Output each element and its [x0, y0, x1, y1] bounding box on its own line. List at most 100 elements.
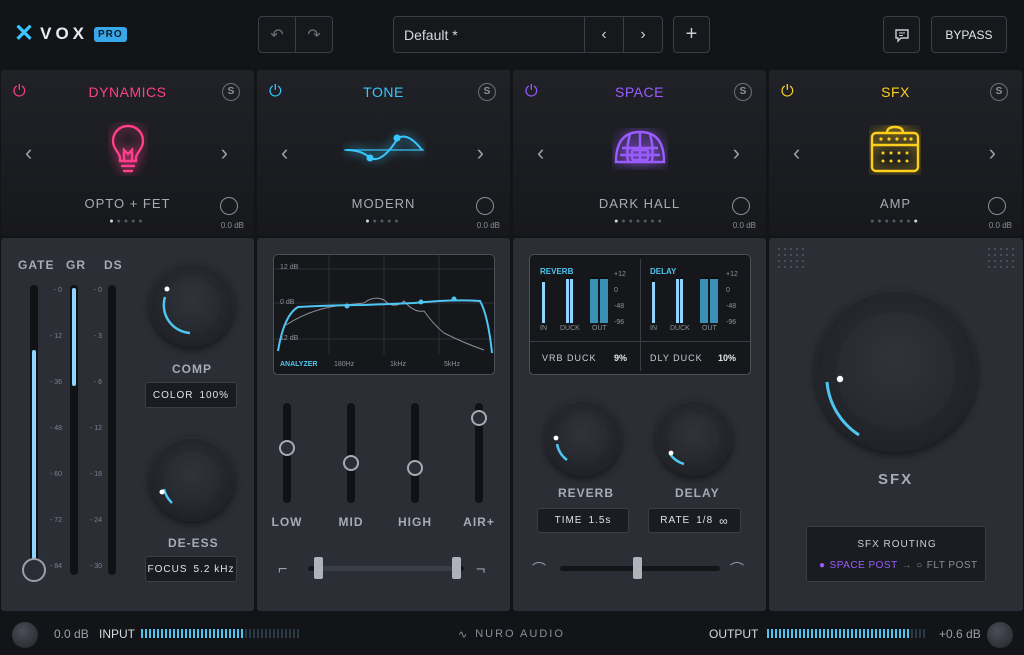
chevron-right-icon[interactable]: ›	[221, 140, 228, 166]
slider-thumb[interactable]	[471, 410, 487, 426]
meter-segment	[895, 629, 897, 638]
deess-knob[interactable]	[150, 437, 234, 521]
meter-segment	[261, 629, 263, 638]
meter-segment	[899, 629, 901, 638]
module-gain-knob[interactable]	[988, 197, 1006, 215]
module-gain-knob[interactable]	[732, 197, 750, 215]
page-dot[interactable]: ●	[914, 218, 921, 225]
meter-segment	[285, 629, 287, 638]
level-meter	[680, 277, 683, 323]
page-dot[interactable]: ●	[885, 218, 892, 225]
level-meter	[600, 277, 608, 323]
undo-button[interactable]: ↶	[258, 16, 296, 53]
meter-segment	[843, 629, 845, 638]
solo-button[interactable]: S	[734, 83, 752, 101]
scale-tick: - 6	[93, 379, 102, 386]
page-dot[interactable]: ●	[650, 218, 657, 225]
gr-label: GR	[66, 258, 86, 272]
page-dot[interactable]: ●	[621, 218, 628, 225]
sfx-knob[interactable]	[815, 290, 977, 452]
page-dot[interactable]: ●	[658, 218, 665, 225]
page-dot[interactable]: ●	[138, 218, 145, 225]
slider-thumb[interactable]	[343, 455, 359, 471]
preset-prev-button[interactable]: ‹	[584, 16, 624, 53]
radio-unselected-icon: ○	[916, 560, 923, 571]
preset-selector[interactable]: Default *	[393, 16, 585, 53]
chevron-right-icon[interactable]: ›	[733, 140, 740, 166]
space-filter-handle[interactable]	[633, 557, 642, 579]
reverb-duck-label: DUCK	[560, 325, 580, 332]
chevron-right-icon[interactable]: ›	[477, 140, 484, 166]
level-meter-fill	[590, 279, 598, 323]
comp-knob[interactable]	[150, 263, 234, 347]
meter-scale-tick: 0	[726, 287, 730, 294]
reverb-knob[interactable]	[545, 400, 621, 476]
solo-button[interactable]: S	[478, 83, 496, 101]
filter-range-fill	[322, 566, 456, 571]
color-control[interactable]: COLOR 100%	[145, 382, 237, 408]
meter-segment	[177, 629, 179, 638]
lowpass-icon: ⌒	[532, 561, 546, 577]
dome-hall-icon	[614, 130, 666, 164]
solo-button[interactable]: S	[222, 83, 240, 101]
chevron-left-icon[interactable]: ‹	[793, 140, 800, 166]
page-dot[interactable]: ●	[629, 218, 636, 225]
meter-segment	[799, 629, 801, 638]
input-gain-knob[interactable]	[12, 622, 38, 648]
reverb-time-control[interactable]: TIME 1.5s	[537, 508, 629, 533]
module-gain-knob[interactable]	[476, 197, 494, 215]
scale-tick: - 60	[49, 471, 62, 478]
meter-segment	[209, 629, 211, 638]
page-dot[interactable]: ●	[394, 218, 401, 225]
meter-segment	[847, 629, 849, 638]
feedback-button[interactable]	[883, 16, 920, 53]
meter-segment	[229, 629, 231, 638]
chevron-right-icon[interactable]: ›	[989, 140, 996, 166]
vrb-duck-value[interactable]: 9%	[614, 353, 627, 363]
slider-thumb[interactable]	[407, 460, 423, 476]
meter-segment	[887, 629, 889, 638]
level-meter-fill	[566, 279, 569, 323]
page-dot[interactable]: ●	[877, 218, 884, 225]
chevron-left-icon[interactable]: ‹	[281, 140, 288, 166]
page-dot[interactable]: ●	[109, 218, 116, 225]
preset-next-button[interactable]: ›	[623, 16, 663, 53]
meter-segment	[205, 629, 207, 638]
meter-segment	[273, 629, 275, 638]
module-title: DYNAMICS	[88, 84, 167, 100]
sync-icon[interactable]: ∞	[719, 514, 729, 528]
delay-rate-control[interactable]: RATE 1/8 ∞	[648, 508, 741, 533]
bypass-button[interactable]: BYPASS	[931, 16, 1007, 53]
solo-button[interactable]: S	[990, 83, 1008, 101]
redo-button[interactable]: ↷	[295, 16, 333, 53]
output-gain-knob[interactable]	[987, 622, 1013, 648]
page-dot[interactable]: ●	[373, 218, 380, 225]
module-gain-knob[interactable]	[220, 197, 238, 215]
chevron-left-icon: ‹	[601, 25, 607, 43]
delay-knob[interactable]	[656, 400, 732, 476]
meter-segment	[779, 629, 781, 638]
low-cut-handle[interactable]	[314, 557, 323, 579]
gate-threshold-handle[interactable]	[22, 558, 46, 582]
scale-tick: - 48	[49, 425, 62, 432]
meter-segment	[165, 629, 167, 638]
scale-tick: - 12	[49, 333, 62, 340]
meter-segment	[891, 629, 893, 638]
add-preset-button[interactable]: +	[673, 16, 710, 53]
slider-thumb[interactable]	[279, 440, 295, 456]
page-dot[interactable]: ●	[906, 218, 913, 225]
high-cut-handle[interactable]	[452, 557, 461, 579]
scale-tick: - 18	[89, 471, 102, 478]
routing-flt-post[interactable]: FLT POST	[927, 560, 978, 571]
delay-knob-label: DELAY	[675, 486, 720, 500]
chevron-left-icon[interactable]: ‹	[537, 140, 544, 166]
focus-control[interactable]: FOCUS 5.2 kHz	[145, 556, 237, 582]
dly-duck-value[interactable]: 10%	[718, 353, 736, 363]
page-dot[interactable]: ●	[365, 218, 372, 225]
routing-space-post[interactable]: SPACE POST	[830, 560, 898, 571]
chevron-left-icon[interactable]: ‹	[25, 140, 32, 166]
page-dot[interactable]: ●	[117, 218, 124, 225]
time-label: TIME	[554, 515, 583, 526]
module-preset-name: OPTO + FET	[84, 196, 171, 211]
color-value: 100%	[199, 389, 230, 401]
